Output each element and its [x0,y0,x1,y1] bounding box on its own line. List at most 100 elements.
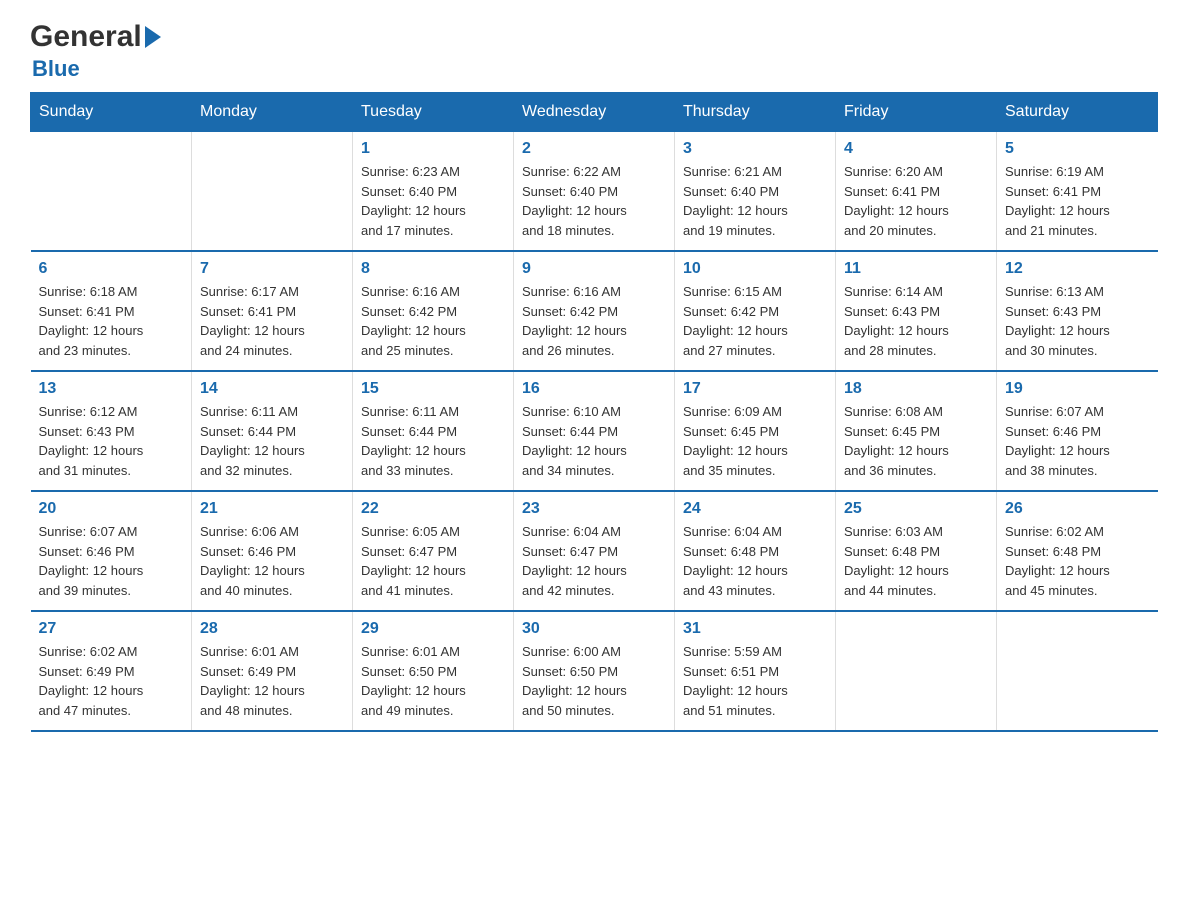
calendar-cell: 20 Sunrise: 6:07 AM Sunset: 6:46 PM Dayli… [31,491,192,611]
day-info: Sunrise: 6:11 AM Sunset: 6:44 PM Dayligh… [361,402,505,480]
day-header-friday: Friday [836,93,997,132]
day-number: 20 [39,500,184,518]
calendar-cell: 6 Sunrise: 6:18 AM Sunset: 6:41 PM Daylig… [31,251,192,371]
calendar-cell: 4 Sunrise: 6:20 AM Sunset: 6:41 PM Daylig… [836,132,997,252]
calendar-cell: 22 Sunrise: 6:05 AM Sunset: 6:47 PM Dayli… [353,491,514,611]
calendar-cell: 14Sunrise: 6:11 AM Sunset: 6:44 PM Dayli… [192,371,353,491]
day-info: Sunrise: 6:02 AM Sunset: 6:48 PM Dayligh… [1005,522,1150,600]
day-number: 1 [361,140,505,158]
calendar-week-row: 1 Sunrise: 6:23 AM Sunset: 6:40 PM Daylig… [31,132,1158,252]
day-info: Sunrise: 6:06 AM Sunset: 6:46 PM Dayligh… [200,522,344,600]
day-number: 22 [361,500,505,518]
day-number: 13 [39,380,184,398]
logo-blue-label: Blue [32,56,80,81]
day-info: Sunrise: 6:09 AM Sunset: 6:45 PM Dayligh… [683,402,827,480]
day-info: Sunrise: 5:59 AM Sunset: 6:51 PM Dayligh… [683,642,827,720]
day-info: Sunrise: 6:10 AM Sunset: 6:44 PM Dayligh… [522,402,666,480]
calendar-cell: 13 Sunrise: 6:12 AM Sunset: 6:43 PM Dayli… [31,371,192,491]
day-number: 5 [1005,140,1150,158]
day-info: Sunrise: 6:18 AM Sunset: 6:41 PM Dayligh… [39,282,184,360]
calendar-cell [192,132,353,252]
day-info: Sunrise: 6:01 AM Sunset: 6:50 PM Dayligh… [361,642,505,720]
day-info: Sunrise: 6:04 AM Sunset: 6:47 PM Dayligh… [522,522,666,600]
day-number: 28 [200,620,344,638]
calendar-cell: 18 Sunrise: 6:08 AM Sunset: 6:45 PM Dayli… [836,371,997,491]
calendar-cell [836,611,997,731]
day-info: Sunrise: 6:21 AM Sunset: 6:40 PM Dayligh… [683,162,827,240]
day-number: 26 [1005,500,1150,518]
calendar-cell: 16 Sunrise: 6:10 AM Sunset: 6:44 PM Dayli… [514,371,675,491]
day-info: Sunrise: 6:19 AM Sunset: 6:41 PM Dayligh… [1005,162,1150,240]
day-info: Sunrise: 6:16 AM Sunset: 6:42 PM Dayligh… [522,282,666,360]
day-info: Sunrise: 6:22 AM Sunset: 6:40 PM Dayligh… [522,162,666,240]
day-header-monday: Monday [192,93,353,132]
day-header-wednesday: Wednesday [514,93,675,132]
day-number: 11 [844,260,988,278]
day-info: Sunrise: 6:16 AM Sunset: 6:42 PM Dayligh… [361,282,505,360]
calendar-cell: 10Sunrise: 6:15 AM Sunset: 6:42 PM Dayli… [675,251,836,371]
day-info: Sunrise: 6:05 AM Sunset: 6:47 PM Dayligh… [361,522,505,600]
page-header: General Blue [30,20,1158,82]
calendar-cell: 1 Sunrise: 6:23 AM Sunset: 6:40 PM Daylig… [353,132,514,252]
calendar-cell [31,132,192,252]
calendar-week-row: 13 Sunrise: 6:12 AM Sunset: 6:43 PM Dayli… [31,371,1158,491]
day-info: Sunrise: 6:12 AM Sunset: 6:43 PM Dayligh… [39,402,184,480]
day-number: 12 [1005,260,1150,278]
day-number: 23 [522,500,666,518]
day-header-thursday: Thursday [675,93,836,132]
logo-letters: General [30,20,161,54]
day-number: 24 [683,500,827,518]
calendar-header-row: SundayMondayTuesdayWednesdayThursdayFrid… [31,93,1158,132]
day-info: Sunrise: 6:07 AM Sunset: 6:46 PM Dayligh… [39,522,184,600]
day-info: Sunrise: 6:08 AM Sunset: 6:45 PM Dayligh… [844,402,988,480]
calendar-cell: 3Sunrise: 6:21 AM Sunset: 6:40 PM Daylig… [675,132,836,252]
calendar-cell: 5 Sunrise: 6:19 AM Sunset: 6:41 PM Daylig… [997,132,1158,252]
calendar-cell: 24 Sunrise: 6:04 AM Sunset: 6:48 PM Dayli… [675,491,836,611]
day-number: 19 [1005,380,1150,398]
day-header-saturday: Saturday [997,93,1158,132]
day-number: 6 [39,260,184,278]
day-number: 17 [683,380,827,398]
day-info: Sunrise: 6:20 AM Sunset: 6:41 PM Dayligh… [844,162,988,240]
day-number: 16 [522,380,666,398]
calendar-cell: 31 Sunrise: 5:59 AM Sunset: 6:51 PM Dayli… [675,611,836,731]
day-info: Sunrise: 6:14 AM Sunset: 6:43 PM Dayligh… [844,282,988,360]
calendar-cell: 30Sunrise: 6:00 AM Sunset: 6:50 PM Dayli… [514,611,675,731]
logo-chevron-icon [145,26,161,48]
day-number: 10 [683,260,827,278]
day-number: 18 [844,380,988,398]
day-number: 2 [522,140,666,158]
calendar-cell: 25Sunrise: 6:03 AM Sunset: 6:48 PM Dayli… [836,491,997,611]
day-info: Sunrise: 6:07 AM Sunset: 6:46 PM Dayligh… [1005,402,1150,480]
logo: General Blue [30,20,161,82]
day-info: Sunrise: 6:04 AM Sunset: 6:48 PM Dayligh… [683,522,827,600]
day-number: 27 [39,620,184,638]
day-info: Sunrise: 6:23 AM Sunset: 6:40 PM Dayligh… [361,162,505,240]
calendar-cell: 19 Sunrise: 6:07 AM Sunset: 6:46 PM Dayli… [997,371,1158,491]
day-number: 30 [522,620,666,638]
calendar-week-row: 27Sunrise: 6:02 AM Sunset: 6:49 PM Dayli… [31,611,1158,731]
day-number: 8 [361,260,505,278]
day-info: Sunrise: 6:17 AM Sunset: 6:41 PM Dayligh… [200,282,344,360]
day-info: Sunrise: 6:01 AM Sunset: 6:49 PM Dayligh… [200,642,344,720]
day-header-sunday: Sunday [31,93,192,132]
calendar-cell: 15 Sunrise: 6:11 AM Sunset: 6:44 PM Dayli… [353,371,514,491]
calendar-cell: 12Sunrise: 6:13 AM Sunset: 6:43 PM Dayli… [997,251,1158,371]
calendar-cell: 11 Sunrise: 6:14 AM Sunset: 6:43 PM Dayli… [836,251,997,371]
day-number: 29 [361,620,505,638]
day-number: 31 [683,620,827,638]
calendar-cell [997,611,1158,731]
day-number: 21 [200,500,344,518]
calendar-cell: 17 Sunrise: 6:09 AM Sunset: 6:45 PM Dayli… [675,371,836,491]
day-number: 7 [200,260,344,278]
calendar-week-row: 6 Sunrise: 6:18 AM Sunset: 6:41 PM Daylig… [31,251,1158,371]
calendar-cell: 7 Sunrise: 6:17 AM Sunset: 6:41 PM Daylig… [192,251,353,371]
calendar-cell: 27Sunrise: 6:02 AM Sunset: 6:49 PM Dayli… [31,611,192,731]
day-number: 4 [844,140,988,158]
calendar-table: SundayMondayTuesdayWednesdayThursdayFrid… [30,92,1158,732]
calendar-cell: 28 Sunrise: 6:01 AM Sunset: 6:49 PM Dayli… [192,611,353,731]
calendar-cell: 8 Sunrise: 6:16 AM Sunset: 6:42 PM Daylig… [353,251,514,371]
day-number: 14 [200,380,344,398]
day-number: 25 [844,500,988,518]
day-number: 15 [361,380,505,398]
